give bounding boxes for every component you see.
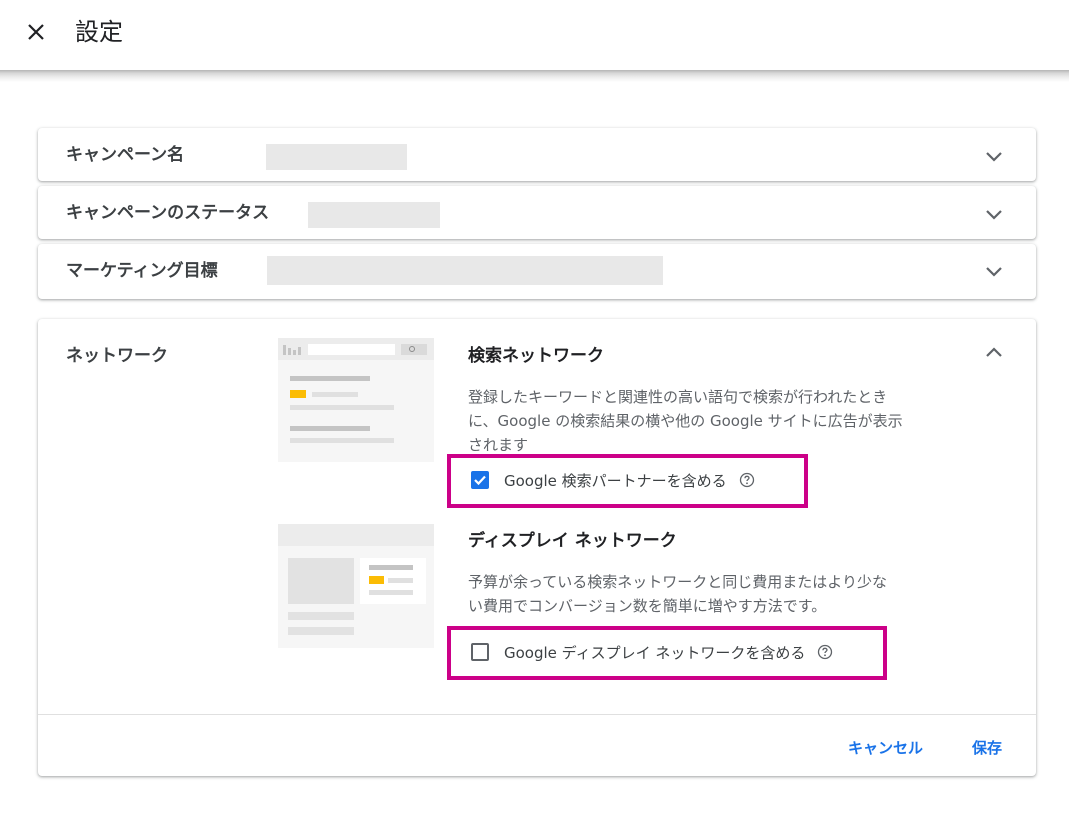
section-divider [38,714,1036,715]
top-bar-shadow [0,70,1069,82]
search-network-description-line: 登録したキーワードと関連性の高い語句で検索が行われたとき [468,388,888,406]
close-button[interactable] [22,18,50,46]
search-partners-highlight [447,454,808,508]
display-network-illustration [278,524,434,648]
marketing-goal-label: マーケティング目標 [66,261,218,281]
network-section: ネットワーク 検索ネットワーク 登録したキーワードと関連性の高い語句で検索が行わ… [38,319,1036,776]
top-bar: 設定 [0,0,1069,70]
search-network-title: 検索ネットワーク [468,346,604,366]
display-network-description-line: い費用でコンバージョン数を簡単に増やす方法です。 [468,597,827,615]
campaign-status-label: キャンペーンのステータス [66,203,270,223]
cancel-button[interactable]: キャンセル [848,737,923,758]
display-network-description-line: 予算が余っている検索ネットワークと同じ費用またはより少な [468,573,887,591]
save-button[interactable]: 保存 [972,737,1002,758]
search-network-description: 登録したキーワードと関連性の高い語句で検索が行われたとき に、Google の検… [468,385,958,457]
marketing-goal-row[interactable]: マーケティング目標 [38,244,1036,299]
chevron-down-icon[interactable] [982,144,1006,168]
campaign-name-value-redacted [266,144,407,170]
chevron-down-icon[interactable] [982,259,1006,283]
display-network-highlight [447,626,887,680]
page-title: 設定 [75,18,123,46]
campaign-name-label: キャンペーン名 [66,145,185,165]
campaign-status-value-redacted [308,202,440,228]
campaign-status-row[interactable]: キャンペーンのステータス [38,186,1036,239]
chevron-down-icon[interactable] [982,202,1006,226]
network-label: ネットワーク [66,346,168,366]
marketing-goal-value-redacted [267,256,663,285]
close-icon [28,24,44,40]
campaign-name-row[interactable]: キャンペーン名 [38,128,1036,181]
display-network-title: ディスプレイ ネットワーク [468,531,677,551]
search-network-illustration [278,338,434,462]
chevron-up-icon[interactable] [982,341,1006,365]
display-network-description: 予算が余っている検索ネットワークと同じ費用またはより少な い費用でコンバージョン… [468,570,958,618]
search-network-description-line: に、Google の検索結果の横や他の Google サイトに広告が表示 [468,412,903,430]
